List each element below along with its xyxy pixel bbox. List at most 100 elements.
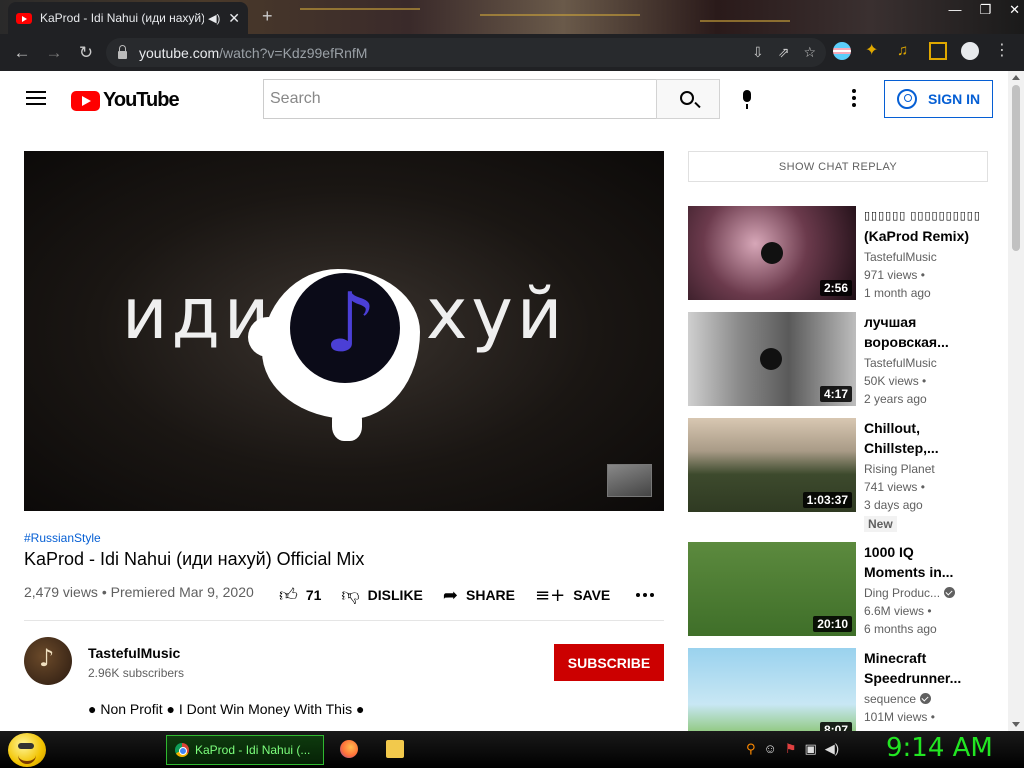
recommendation-age: 3 days ago (864, 498, 923, 512)
recommendation-title-line2: (KaProd Remix) (864, 228, 970, 244)
youtube-logo[interactable]: YouTube (71, 89, 180, 112)
sign-in-button[interactable]: SIGN IN (884, 80, 993, 118)
minimize-icon[interactable]: — (948, 2, 961, 18)
hashtag-link[interactable]: #RussianStyle (24, 531, 101, 545)
verified-icon (944, 587, 956, 598)
duration-badge: 2:56 (819, 280, 852, 296)
duration-badge: 8:07 (819, 722, 852, 731)
face-icon[interactable]: ☺ (764, 741, 777, 757)
show-chat-replay-button[interactable]: SHOW CHAT REPLAY (688, 151, 988, 182)
music-note-icon: ♪ (324, 276, 377, 371)
bookmark-star-icon[interactable]: ☆ (803, 44, 816, 61)
browser-tab[interactable]: KaProd - Idi Nahui (иди нахуй) Off ◀) ✕ (8, 2, 248, 34)
recommendation-title-line1: лучшая (864, 314, 917, 330)
recommendation-item[interactable]: 8:07 Minecraft Speedrunner... sequence 1… (688, 648, 1008, 731)
search-icon[interactable]: ⚲ (746, 741, 756, 757)
recommendation-item[interactable]: 1:03:37 Chillout, Chillstep,... Rising P… (688, 418, 1008, 532)
search-input[interactable]: Search (263, 79, 657, 119)
youtube-page: YouTube Search SIGN IN иди хуй ♪ #Russia… (0, 71, 1008, 731)
restore-icon[interactable]: ❐ (979, 2, 991, 18)
share-icon[interactable]: ⇗ (778, 44, 790, 61)
translate-icon[interactable] (833, 42, 851, 60)
video-thumbnail[interactable]: 8:07 (688, 648, 856, 731)
dislike-label: DISLIKE (367, 587, 423, 603)
duration-badge: 1:03:37 (802, 492, 852, 508)
youtube-play-icon (71, 90, 100, 111)
flag-icon[interactable]: ⚑ (785, 741, 797, 757)
profile-icon[interactable] (961, 42, 979, 60)
recommendation-title-line2: Speedrunner... (864, 670, 962, 686)
recommendation-views: 741 views • (864, 480, 925, 494)
recommendation-item[interactable]: 4:17 лучшая воровская... TastefulMusic 5… (688, 312, 1008, 406)
start-button-smiley-icon[interactable] (8, 733, 46, 767)
address-bar[interactable]: youtube.com/watch?v=Kdz99efRnfM ⇩ ⇗ ☆ (106, 38, 826, 67)
page-scrollbar[interactable] (1008, 71, 1024, 731)
wallpaper-decoration (300, 8, 420, 10)
install-icon[interactable]: ⇩ (752, 44, 764, 61)
microphone-icon[interactable] (740, 90, 754, 110)
scroll-up-icon[interactable] (1012, 75, 1020, 80)
back-icon[interactable]: ← (6, 43, 38, 63)
thumbs-up-icon: 👍︎ (279, 585, 298, 606)
recommendation-title-line1: 1000 IQ (864, 544, 914, 560)
puzzle-icon[interactable]: ✦ (865, 42, 883, 60)
lock-icon[interactable] (118, 44, 127, 59)
media-icon[interactable]: ♫ (897, 42, 915, 60)
channel-name[interactable]: TastefulMusic (88, 645, 180, 661)
recommendation-item[interactable]: 20:10 1000 IQ Moments in... Ding Produc.… (688, 542, 1008, 636)
menu-icon[interactable]: ⋮ (993, 42, 1011, 60)
video-thumbnail[interactable]: 4:17 (688, 312, 856, 406)
network-icon[interactable]: ▣ (804, 741, 816, 757)
subscribe-button[interactable]: SUBSCRIBE (554, 644, 664, 681)
account-icon (897, 89, 917, 109)
hamburger-menu-icon[interactable] (26, 91, 46, 105)
scroll-down-icon[interactable] (1012, 722, 1020, 727)
dislike-button[interactable]: 👎︎ DISLIKE (341, 584, 423, 606)
settings-menu-icon[interactable] (852, 89, 858, 110)
omnibox-actions: ⇩ ⇗ ☆ (752, 44, 816, 61)
scrollbar-thumb[interactable] (1012, 85, 1020, 251)
recommendation-item[interactable]: 2:56 ▯▯▯▯▯▯ ▯▯▯▯▯▯▯▯▯▯ (KaProd Remix) Ta… (688, 206, 1008, 300)
search-button[interactable] (656, 79, 720, 119)
clock[interactable]: 9:14 AM (886, 733, 993, 763)
folder-icon[interactable] (386, 740, 404, 758)
new-tab-icon[interactable]: + (262, 6, 273, 27)
thumbs-down-icon: 👎︎ (341, 585, 360, 606)
recommendation-title-line2: Moments in... (864, 564, 954, 580)
wallpaper-decoration (700, 20, 790, 22)
channel-avatar[interactable]: ♪ (24, 637, 72, 685)
firefox-icon[interactable] (340, 740, 358, 758)
video-thumbnail[interactable]: 2:56 (688, 206, 856, 300)
speaker-icon[interactable]: ◀) (208, 12, 220, 25)
verified-icon (920, 693, 932, 704)
recommendation-title-line2: Chillstep,... (864, 440, 939, 456)
share-button[interactable]: ➦ SHARE (443, 585, 515, 606)
taskbar: KaProd - Idi Nahui (... ⚲ ☺ ⚑ ▣ ◀) 9:14 … (0, 731, 1024, 768)
masthead: YouTube Search SIGN IN (0, 71, 1008, 127)
more-actions-icon[interactable] (636, 593, 655, 597)
volume-icon[interactable]: ◀) (825, 741, 839, 757)
save-label: SAVE (573, 587, 611, 603)
chrome-icon (175, 743, 189, 757)
recommendation-channel: Rising Planet (864, 462, 935, 476)
recommendation-views: 50K views • (864, 374, 927, 388)
video-thumbnail[interactable]: 20:10 (688, 542, 856, 636)
share-arrow-icon: ➦ (442, 584, 458, 606)
toolbar: ← → ↻ youtube.com/watch?v=Kdz99efRnfM ⇩ … (0, 34, 1024, 71)
forward-icon[interactable]: → (38, 43, 70, 63)
tab-close-icon[interactable]: ✕ (228, 10, 240, 27)
video-player[interactable]: иди хуй ♪ (24, 151, 664, 511)
video-title: KaProd - Idi Nahui (иди нахуй) Official … (24, 549, 365, 569)
like-button[interactable]: 👍︎ 71 (279, 584, 321, 606)
save-button[interactable]: ≡+ SAVE (535, 585, 610, 606)
search-icon (680, 91, 694, 105)
taskbar-chrome-window[interactable]: KaProd - Idi Nahui (... (166, 735, 324, 765)
video-thumbnail[interactable]: 1:03:37 (688, 418, 856, 512)
side-panel-icon[interactable] (929, 42, 947, 60)
video-meta: 2,479 views • Premiered Mar 9, 2020 (24, 584, 254, 600)
duration-badge: 20:10 (813, 616, 852, 632)
reload-icon[interactable]: ↻ (70, 43, 102, 63)
system-tray: ⚲ ☺ ⚑ ▣ ◀) (746, 741, 839, 757)
close-window-icon[interactable]: ✕ (1009, 2, 1020, 18)
like-count: 71 (305, 587, 322, 603)
